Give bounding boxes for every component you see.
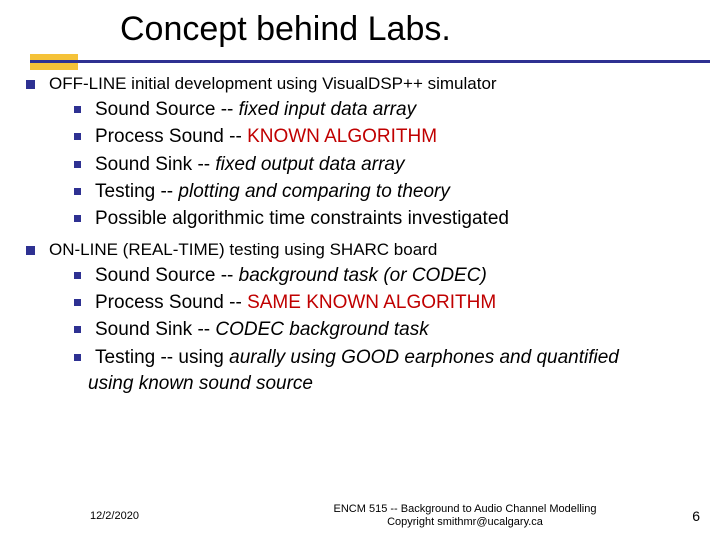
tail: SAME KNOWN ALGORITHM bbox=[247, 292, 496, 313]
page-number: 6 bbox=[640, 508, 720, 524]
bullet-icon bbox=[26, 80, 35, 89]
title-area: Concept behind Labs. bbox=[0, 0, 720, 57]
item-text: Possible algorithmic time constraints in… bbox=[95, 207, 702, 231]
item-text: Testing -- plotting and comparing to the… bbox=[95, 180, 702, 204]
item-text: Process Sound -- SAME KNOWN ALGORITHM bbox=[95, 291, 702, 315]
lead: Sound Sink -- bbox=[95, 154, 215, 175]
tail: fixed output data array bbox=[215, 154, 404, 175]
list-item: Testing -- plotting and comparing to the… bbox=[74, 180, 702, 204]
slide: Concept behind Labs. OFF-LINE initial de… bbox=[0, 0, 720, 540]
footer-center: ENCM 515 -- Background to Audio Channel … bbox=[290, 503, 640, 531]
list-item: Sound Source -- background task (or CODE… bbox=[74, 264, 702, 288]
lead: Sound Source -- bbox=[95, 99, 239, 120]
item-text: Sound Sink -- CODEC background task bbox=[95, 318, 702, 342]
bullet-icon bbox=[26, 246, 35, 255]
list-item: Sound Sink -- CODEC background task bbox=[74, 318, 702, 342]
item-text: Testing -- using aurally using GOOD earp… bbox=[95, 346, 702, 370]
bullet-icon bbox=[74, 161, 81, 168]
list-item: Process Sound -- KNOWN ALGORITHM bbox=[74, 125, 702, 149]
tail: CODEC background task bbox=[215, 319, 428, 340]
lead: Testing -- using bbox=[95, 347, 229, 368]
list-item: Process Sound -- SAME KNOWN ALGORITHM bbox=[74, 291, 702, 315]
tail: plotting and comparing to theory bbox=[178, 181, 449, 202]
bullet-icon bbox=[74, 272, 81, 279]
lead: Process Sound -- bbox=[95, 126, 247, 147]
section-heading-1: OFF-LINE initial development using Visua… bbox=[26, 74, 702, 94]
footer-date: 12/2/2020 bbox=[0, 510, 290, 522]
heading-text: OFF-LINE initial development using Visua… bbox=[49, 74, 702, 94]
item-text: Sound Sink -- fixed output data array bbox=[95, 153, 702, 177]
tail: KNOWN ALGORITHM bbox=[247, 126, 437, 147]
trailing-line: using known sound source bbox=[88, 373, 702, 396]
title-rule bbox=[30, 60, 710, 63]
list-item: Sound Sink -- fixed output data array bbox=[74, 153, 702, 177]
bullet-icon bbox=[74, 354, 81, 361]
bullet-icon bbox=[74, 188, 81, 195]
bullet-icon bbox=[74, 215, 81, 222]
bullet-icon bbox=[74, 326, 81, 333]
lead: Sound Source -- bbox=[95, 265, 239, 286]
tail: aurally using GOOD earphones and quantif… bbox=[229, 347, 619, 368]
item-text: Process Sound -- KNOWN ALGORITHM bbox=[95, 125, 702, 149]
heading-text: ON-LINE (REAL-TIME) testing using SHARC … bbox=[49, 240, 702, 260]
bullet-icon bbox=[74, 133, 81, 140]
content: OFF-LINE initial development using Visua… bbox=[26, 72, 702, 402]
lead: Process Sound -- bbox=[95, 292, 247, 313]
tail: background task (or CODEC) bbox=[239, 265, 487, 286]
footer-line2: Copyright smithmr@ucalgary.ca bbox=[387, 516, 543, 528]
tail: fixed input data array bbox=[239, 99, 416, 120]
footer-line1: ENCM 515 -- Background to Audio Channel … bbox=[334, 503, 597, 515]
section-heading-2: ON-LINE (REAL-TIME) testing using SHARC … bbox=[26, 240, 702, 260]
bullet-icon bbox=[74, 106, 81, 113]
list-item: Testing -- using aurally using GOOD earp… bbox=[74, 346, 702, 370]
item-text: Sound Source -- background task (or CODE… bbox=[95, 264, 702, 288]
list-item: Possible algorithmic time constraints in… bbox=[74, 207, 702, 231]
lead: Testing -- bbox=[95, 181, 178, 202]
lead: Sound Sink -- bbox=[95, 319, 215, 340]
item-text: Sound Source -- fixed input data array bbox=[95, 98, 702, 122]
list-item: Sound Source -- fixed input data array bbox=[74, 98, 702, 122]
footer: 12/2/2020 ENCM 515 -- Background to Audi… bbox=[0, 503, 720, 531]
bullet-icon bbox=[74, 299, 81, 306]
slide-title: Concept behind Labs. bbox=[120, 10, 720, 49]
